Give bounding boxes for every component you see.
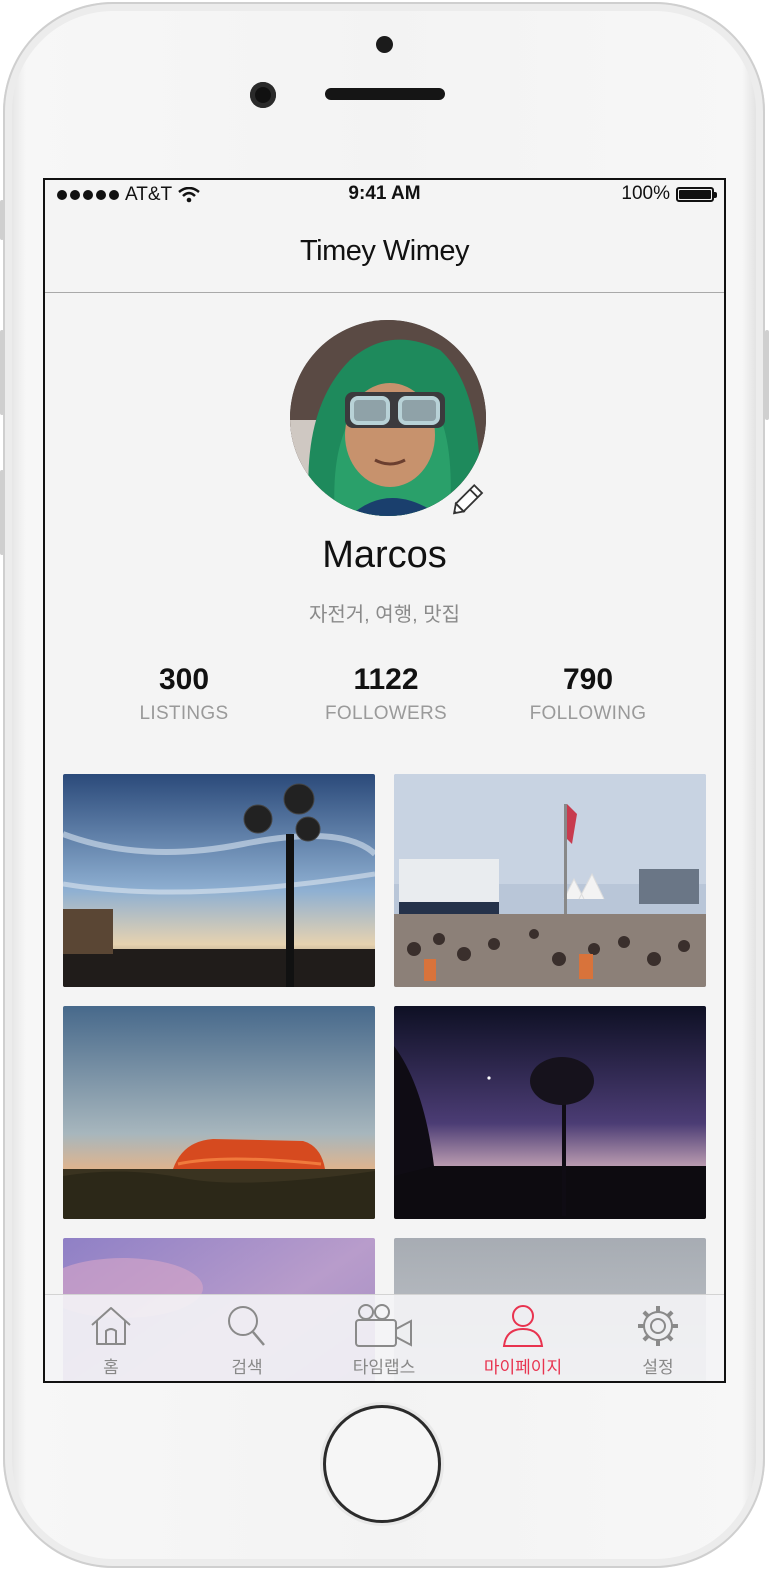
- home-icon: [91, 1307, 131, 1345]
- person-icon: [502, 1305, 544, 1347]
- status-bar: AT&T 9:41 AM 100%: [45, 180, 724, 210]
- tab-label: 마이페이지: [483, 1358, 563, 1377]
- photo-thumbnail[interactable]: [394, 774, 706, 987]
- stat-value: 790: [562, 663, 614, 696]
- volume-up-button: [0, 330, 4, 415]
- stat-listings[interactable]: 300 LISTINGS: [84, 663, 284, 725]
- search-icon: [228, 1306, 265, 1346]
- photo-thumbnail[interactable]: [63, 1006, 375, 1219]
- tab-home[interactable]: 홈: [51, 1303, 171, 1378]
- earpiece-speaker: [325, 88, 445, 100]
- nav-title: Timey Wimey: [299, 234, 470, 267]
- tab-mypage[interactable]: 마이페이지: [463, 1303, 583, 1378]
- power-button: [765, 330, 769, 420]
- proximity-sensor: [250, 82, 276, 108]
- battery-percent: 100%: [621, 183, 670, 204]
- video-camera-icon: [355, 1304, 412, 1347]
- battery-icon: [676, 186, 717, 202]
- front-camera: [376, 36, 393, 53]
- stat-followers[interactable]: 1122 FOLLOWERS: [286, 663, 486, 725]
- stat-label: LISTINGS: [139, 703, 229, 724]
- avatar-container[interactable]: [290, 320, 486, 516]
- tab-label: 타임랩스: [352, 1358, 416, 1377]
- volume-down-button: [0, 470, 4, 555]
- edit-pencil-icon[interactable]: [446, 474, 494, 522]
- profile-stats: 300 LISTINGS 1122 FOLLOWERS 790 FOLLOWIN…: [45, 663, 724, 743]
- tab-label: 홈: [103, 1358, 119, 1377]
- gear-icon: [638, 1306, 678, 1346]
- stat-following[interactable]: 790 FOLLOWING: [488, 663, 688, 725]
- home-button[interactable]: [323, 1405, 441, 1523]
- profile-name: Marcos: [322, 534, 447, 576]
- profile-interests: 자전거, 여행, 맛집: [308, 604, 461, 626]
- tab-bar: 홈 검색 타임랩스 마이페이지 설정: [45, 1294, 724, 1381]
- tab-label: 검색: [231, 1358, 263, 1377]
- stat-label: FOLLOWING: [529, 703, 647, 724]
- navigation-bar: Timey Wimey: [45, 210, 724, 293]
- mute-switch: [0, 200, 4, 240]
- tab-settings[interactable]: 설정: [598, 1303, 718, 1378]
- stat-value: 300: [158, 663, 210, 696]
- stat-label: FOLLOWERS: [325, 703, 447, 724]
- photo-thumbnail[interactable]: [63, 774, 375, 987]
- app-screen: AT&T 9:41 AM 100% Timey Wimey Marcos 자전거…: [43, 178, 726, 1383]
- tab-label: 설정: [642, 1358, 674, 1377]
- photo-thumbnail[interactable]: [394, 1006, 706, 1219]
- stat-value: 1122: [353, 663, 419, 696]
- tab-timelapse[interactable]: 타임랩스: [324, 1303, 444, 1378]
- tab-search[interactable]: 검색: [187, 1303, 307, 1378]
